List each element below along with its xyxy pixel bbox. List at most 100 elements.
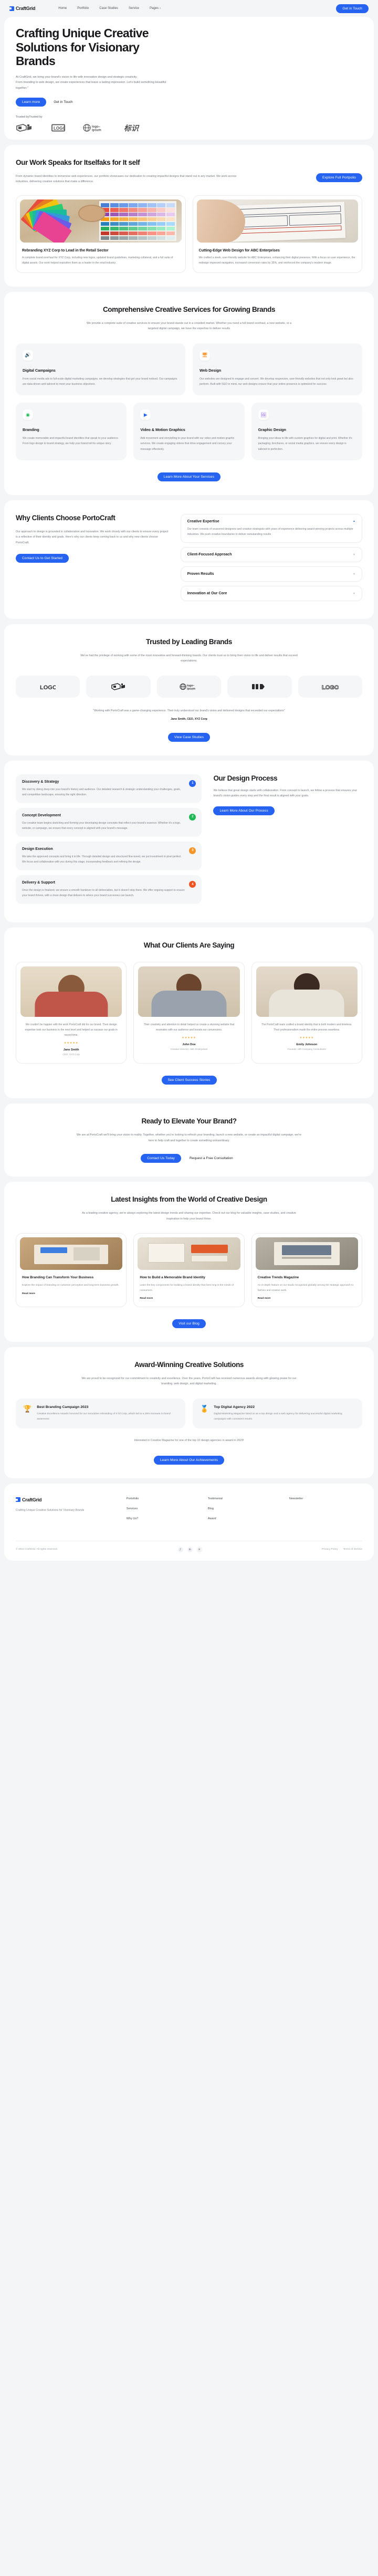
blog-card[interactable]: How to Build a Memorable Brand Identity … <box>133 1233 245 1308</box>
footer-link-services[interactable]: Services <box>127 1507 200 1510</box>
award-title: Top Digital Agency 2022 <box>214 1405 255 1410</box>
chevron-up-icon[interactable]: ▲ <box>353 520 355 523</box>
accordion-item[interactable]: Client-Focused Approach ▼ <box>180 547 362 563</box>
brand-logo-item: LOGO <box>16 676 80 698</box>
footer-link-why-us[interactable]: Why Us? <box>127 1517 200 1520</box>
why-cta-button[interactable]: Contact Us to Get Started <box>16 554 69 563</box>
footer-link-blog[interactable]: Blog <box>208 1507 281 1510</box>
work-card-grid: Rebranding XYZ Corp to Lead in the Retai… <box>16 195 362 273</box>
blog-card-title: Creative Trends Magazine <box>257 1276 299 1280</box>
blog-card[interactable]: Creative Trends Magazine An in-depth fea… <box>251 1233 362 1308</box>
process-step-number: 4 <box>189 881 196 888</box>
work-card[interactable]: Cutting-Edge Web Design for ABC Enterpri… <box>192 195 362 273</box>
service-title: Video & Motion Graphics <box>140 427 185 433</box>
header-cta-button[interactable]: Get in Touch <box>336 4 369 13</box>
footer-privacy-link[interactable]: Privacy Policy <box>322 1548 338 1551</box>
chevron-down-icon[interactable]: ▼ <box>353 553 355 556</box>
footer-terms-link[interactable]: Terms of Service <box>343 1548 362 1551</box>
footer-link-newsletter[interactable]: Newsletter <box>289 1497 362 1500</box>
footer-column-2: Testimonial Blog Award <box>208 1497 281 1527</box>
nav-label: Home <box>58 7 67 10</box>
service-card[interactable]: 🖼 Graphic Design Bringing your ideas to … <box>251 403 362 460</box>
linkedin-icon[interactable]: in <box>187 1547 193 1552</box>
footer-link-testimonial[interactable]: Testimonial <box>208 1497 281 1500</box>
work-section: Our Work Speaks for Itselfaks for It sel… <box>4 145 374 287</box>
awards-cta-button[interactable]: Learn More About Our Achievements <box>154 1455 224 1465</box>
testimonial-role: CEO, XYZ Corp <box>62 1053 80 1056</box>
accordion-item[interactable]: Innovation at Our Core ▼ <box>180 586 362 602</box>
why-left: Why Clients Choose PortoCraft Our approa… <box>16 514 170 605</box>
contact-us-today-button[interactable]: Contact Us Today <box>141 1154 182 1163</box>
swatch-grid-decor <box>99 201 177 241</box>
x-twitter-icon[interactable]: ✕ <box>196 1547 202 1552</box>
process-step-number: 2 <box>189 813 196 821</box>
award-card: 🏆 Best Branding Campaign 2023 Creative E… <box>16 1399 185 1429</box>
process-step: Design Execution We take the approved co… <box>16 841 202 871</box>
award-card: 🏅 Top Digital Agency 2022 Digital Market… <box>193 1399 362 1429</box>
chevron-down-icon[interactable]: ▼ <box>353 592 355 595</box>
testimonial-role: Founder, MR Company Consultants <box>287 1048 326 1051</box>
process-step-number: 3 <box>189 847 196 854</box>
nav-item-portfolio[interactable]: Portfolio <box>77 7 89 10</box>
services-subtitle: We provide a complete suite of creative … <box>86 321 292 331</box>
service-card[interactable]: ▶ Video & Motion Graphics Add movement a… <box>133 403 245 460</box>
logo[interactable]: CraftGrid <box>9 6 36 11</box>
process-cta-button[interactable]: Learn More About Our Process <box>213 806 275 815</box>
awards-subtitle: We are proud to be recognized for our co… <box>81 1376 297 1386</box>
process-step: Discovery & Strategy We start by diving … <box>16 774 202 803</box>
page-root: CraftGrid Home Portfolio Case Studies Se… <box>0 0 378 1561</box>
blog-section: Latest Insights from the World of Creati… <box>4 1182 374 1342</box>
blog-subtitle: As a leading creative agency, we're alwa… <box>82 1212 296 1221</box>
blog-read-more-link[interactable]: Read more <box>22 1292 120 1295</box>
process-step-title: Design Execution <box>22 847 53 851</box>
nav-item-case-studies[interactable]: Case Studies <box>99 7 118 10</box>
blog-card[interactable]: How Branding Can Transform Your Business… <box>16 1233 127 1308</box>
work-card-body: We crafted a sleek, user-friendly websit… <box>198 256 355 265</box>
service-card[interactable]: 🔊 Digital Campaigns From social media ad… <box>16 343 185 396</box>
chevron-down-icon[interactable]: ▼ <box>353 573 355 576</box>
process-intro: Our Design Process We believe that great… <box>213 774 362 815</box>
service-card[interactable]: 🖥 Web Design Our websites are designed t… <box>193 343 362 396</box>
accordion-item[interactable]: Proven Results ▼ <box>180 566 362 582</box>
work-title: Our Work Speaks for Itselfaks for It sel… <box>16 159 140 167</box>
target-icon: ◉ <box>23 409 33 420</box>
accordion-item[interactable]: Creative Expertise ▲ Our team consists o… <box>180 513 362 543</box>
service-card[interactable]: ◉ Branding We create memorable and impac… <box>16 403 127 460</box>
request-consultation-button[interactable]: Request a Free Consultation <box>185 1154 237 1163</box>
process-section: Discovery & Strategy We start by diving … <box>4 760 374 923</box>
hero-primary-button[interactable]: Learn more <box>16 98 47 107</box>
nav-item-pages[interactable]: Pages ▾ <box>150 7 161 10</box>
brand-quote-name: Jane Smith, CEO, XYZ Corp <box>171 717 207 721</box>
work-card[interactable]: Rebranding XYZ Corp to Lead in the Retai… <box>16 195 186 273</box>
service-title: Web Design <box>200 367 222 373</box>
facebook-icon[interactable]: ƒ <box>177 1547 183 1552</box>
footer-link-portofolio[interactable]: Portofolio <box>127 1497 200 1500</box>
award-title: Best Branding Campaign 2023 <box>37 1405 89 1410</box>
work-image <box>196 199 358 243</box>
why-title: Why Clients Choose PortoCraft <box>16 513 116 522</box>
footer-tagline: Crafting Unique Creative Solutions for V… <box>16 1508 85 1512</box>
services-title: Comprehensive Creative Services for Grow… <box>102 305 276 313</box>
testimonials-cta-button[interactable]: See Client Success Stories <box>161 1076 217 1085</box>
blog-read-more-link[interactable]: Read more <box>140 1297 238 1300</box>
cta-band-section: Ready to Elevate Your Brand? We are at P… <box>4 1103 374 1177</box>
work-card-title: Rebranding XYZ Corp to Lead in the Retai… <box>22 247 109 253</box>
blog-read-more-link[interactable]: Read more <box>258 1297 356 1300</box>
testimonial-quote: Their creativity and attention to detail… <box>143 1023 235 1032</box>
nav-item-home[interactable]: Home <box>58 7 67 10</box>
play-icon: ▶ <box>140 409 151 420</box>
hero-secondary-button[interactable]: Get in Touch <box>49 98 77 107</box>
svg-text:ipsum: ipsum <box>92 129 101 132</box>
blog-image <box>20 1237 123 1270</box>
view-case-studies-button[interactable]: View Case Studies <box>167 732 211 742</box>
logoipsum-cjk-icon: 标识 <box>124 123 142 132</box>
accordion-title: Innovation at Our Core <box>187 592 227 596</box>
explore-portfolio-button[interactable]: Explore Full Portpolio <box>316 173 362 183</box>
footer-logo[interactable]: CraftGrid <box>16 1497 118 1502</box>
nav-item-service[interactable]: Service <box>129 7 139 10</box>
footer-link-award[interactable]: Award <box>208 1517 281 1520</box>
services-cta-button[interactable]: Learn More About Your Services <box>157 472 221 481</box>
visit-blog-button[interactable]: Visit our Blog <box>172 1319 206 1329</box>
svg-text:LOGO: LOGO <box>40 685 56 690</box>
nav-label: Portfolio <box>77 7 89 10</box>
